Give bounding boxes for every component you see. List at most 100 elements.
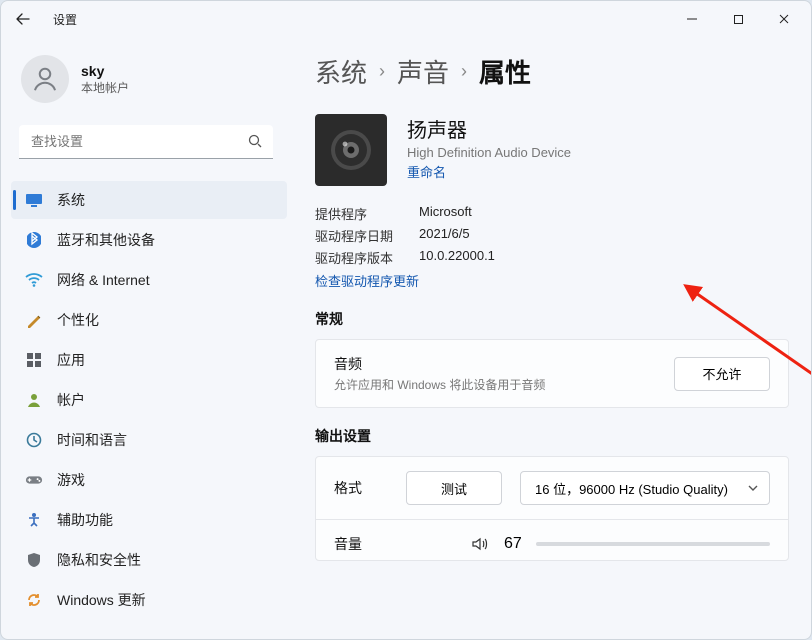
format-dropdown[interactable]: 16 位，96000 Hz (Studio Quality) — [520, 471, 770, 505]
audio-card: 音频 允许应用和 Windows 将此设备用于音频 不允许 — [315, 339, 789, 408]
deny-button[interactable]: 不允许 — [674, 357, 770, 391]
sidebar-item-label: 游戏 — [57, 470, 85, 490]
sidebar-item-update[interactable]: Windows 更新 — [11, 581, 287, 619]
arrow-left-icon — [15, 11, 31, 27]
sidebar-item-label: 系统 — [57, 190, 85, 210]
test-button[interactable]: 测试 — [406, 471, 502, 505]
sidebar-item-label: 辅助功能 — [57, 510, 113, 530]
breadcrumbs: 系统 › 声音 › 属性 — [315, 53, 789, 90]
section-output: 输出设置 — [315, 426, 789, 446]
accounts-icon — [25, 391, 43, 409]
titlebar-left: 设置 — [11, 7, 77, 31]
network-icon — [25, 271, 43, 289]
audio-row: 音频 允许应用和 Windows 将此设备用于音频 不允许 — [316, 340, 788, 407]
maximize-button[interactable] — [715, 3, 761, 35]
profile-name: sky — [81, 63, 129, 79]
crumb-properties: 属性 — [479, 53, 531, 90]
device-sub: High Definition Audio Device — [407, 145, 571, 160]
crumb-system[interactable]: 系统 — [315, 53, 367, 90]
avatar — [21, 55, 69, 103]
crumb-sound[interactable]: 声音 — [397, 53, 449, 90]
driver-meta: 提供程序 Microsoft 驱动程序日期 2021/6/5 驱动程序版本 10… — [315, 204, 789, 267]
audio-title: 音频 — [334, 354, 545, 374]
test-button-label: 测试 — [441, 479, 467, 498]
volume-slider[interactable] — [536, 542, 770, 546]
sidebar-item-accounts[interactable]: 帐户 — [11, 381, 287, 419]
sidebar-item-privacy[interactable]: 隐私和安全性 — [11, 541, 287, 579]
titlebar: 设置 — [1, 1, 811, 37]
system-icon — [25, 191, 43, 209]
format-controls: 测试 16 位，96000 Hz (Studio Quality) — [406, 471, 770, 505]
close-icon — [778, 13, 790, 25]
audio-text: 音频 允许应用和 Windows 将此设备用于音频 — [334, 354, 545, 393]
window-controls — [669, 3, 807, 35]
maximize-icon — [733, 14, 744, 25]
sidebar-item-label: 帐户 — [57, 390, 85, 410]
check-driver-updates-link[interactable]: 检查驱动程序更新 — [315, 274, 419, 289]
driver-version-label: 驱动程序版本 — [315, 248, 405, 267]
privacy-icon — [25, 551, 43, 569]
profile-text: sky 本地帐户 — [81, 63, 129, 96]
sidebar-item-time[interactable]: 时间和语言 — [11, 421, 287, 459]
driver-date-value: 2021/6/5 — [419, 226, 789, 245]
sidebar-item-label: 蓝牙和其他设备 — [57, 230, 155, 250]
audio-sub: 允许应用和 Windows 将此设备用于音频 — [334, 376, 545, 393]
person-icon — [30, 64, 60, 94]
sidebar-item-label: 个性化 — [57, 310, 99, 330]
sidebar-item-label: 网络 & Internet — [57, 270, 150, 290]
minimize-icon — [686, 13, 698, 25]
bt-icon — [25, 231, 43, 249]
device-header: 扬声器 High Definition Audio Device 重命名 — [315, 114, 789, 186]
sidebar-item-gaming[interactable]: 游戏 — [11, 461, 287, 499]
sidebar-item-label: 应用 — [57, 350, 85, 370]
sidebar-item-access[interactable]: 辅助功能 — [11, 501, 287, 539]
format-value: 16 位，96000 Hz (Studio Quality) — [535, 479, 728, 498]
sidebar-item-label: 时间和语言 — [57, 430, 127, 450]
volume-row: 音量 67 — [316, 519, 788, 560]
settings-window: 设置 sky 本地帐户 — [0, 0, 812, 640]
volume-icon — [470, 534, 490, 554]
sidebar-item-bt[interactable]: 蓝牙和其他设备 — [11, 221, 287, 259]
nav: 系统蓝牙和其他设备网络 & Internet 个性化应用帐户时间和语言游戏辅助功能… — [11, 181, 287, 619]
gaming-icon — [25, 471, 43, 489]
volume-value: 67 — [504, 535, 522, 553]
update-icon — [25, 591, 43, 609]
content: 系统 › 声音 › 属性 扬声器 Hi — [291, 37, 811, 639]
provider-value: Microsoft — [419, 204, 789, 223]
format-title: 格式 — [334, 478, 362, 498]
time-icon — [25, 431, 43, 449]
provider-label: 提供程序 — [315, 204, 405, 223]
chevron-down-icon — [747, 482, 759, 494]
format-row: 格式 测试 16 位，96000 Hz (Studio Quality) — [316, 457, 788, 519]
section-general: 常规 — [315, 309, 789, 329]
body: sky 本地帐户 系统蓝牙和其他设备网络 & Internet 个性化应用帐户时间… — [1, 37, 811, 639]
driver-version-value: 10.0.22000.1 — [419, 248, 789, 267]
minimize-button[interactable] — [669, 3, 715, 35]
output-card: 格式 测试 16 位，96000 Hz (Studio Quality) 音量 — [315, 456, 789, 561]
chevron-right-icon: › — [379, 61, 385, 82]
close-button[interactable] — [761, 3, 807, 35]
device-info: 扬声器 High Definition Audio Device 重命名 — [407, 114, 571, 186]
profile-sub: 本地帐户 — [81, 79, 129, 96]
sidebar-item-label: 隐私和安全性 — [57, 550, 141, 570]
search — [19, 125, 273, 159]
sidebar-item-network[interactable]: 网络 & Internet — [11, 261, 287, 299]
access-icon — [25, 511, 43, 529]
search-input[interactable] — [19, 125, 273, 159]
volume-controls: 67 — [470, 534, 770, 554]
device-name: 扬声器 — [407, 114, 571, 143]
driver-date-label: 驱动程序日期 — [315, 226, 405, 245]
apps-icon — [25, 351, 43, 369]
sidebar-item-system[interactable]: 系统 — [11, 181, 287, 219]
sidebar-item-personal[interactable]: 个性化 — [11, 301, 287, 339]
app-title: 设置 — [53, 11, 77, 28]
sidebar-item-label: Windows 更新 — [57, 590, 146, 610]
back-button[interactable] — [11, 7, 35, 31]
search-icon — [247, 133, 263, 154]
volume-title: 音量 — [334, 534, 362, 554]
profile[interactable]: sky 本地帐户 — [11, 49, 287, 121]
sidebar-item-apps[interactable]: 应用 — [11, 341, 287, 379]
rename-link[interactable]: 重命名 — [407, 162, 571, 181]
sidebar: sky 本地帐户 系统蓝牙和其他设备网络 & Internet 个性化应用帐户时间… — [1, 37, 291, 639]
speaker-icon — [315, 114, 387, 186]
